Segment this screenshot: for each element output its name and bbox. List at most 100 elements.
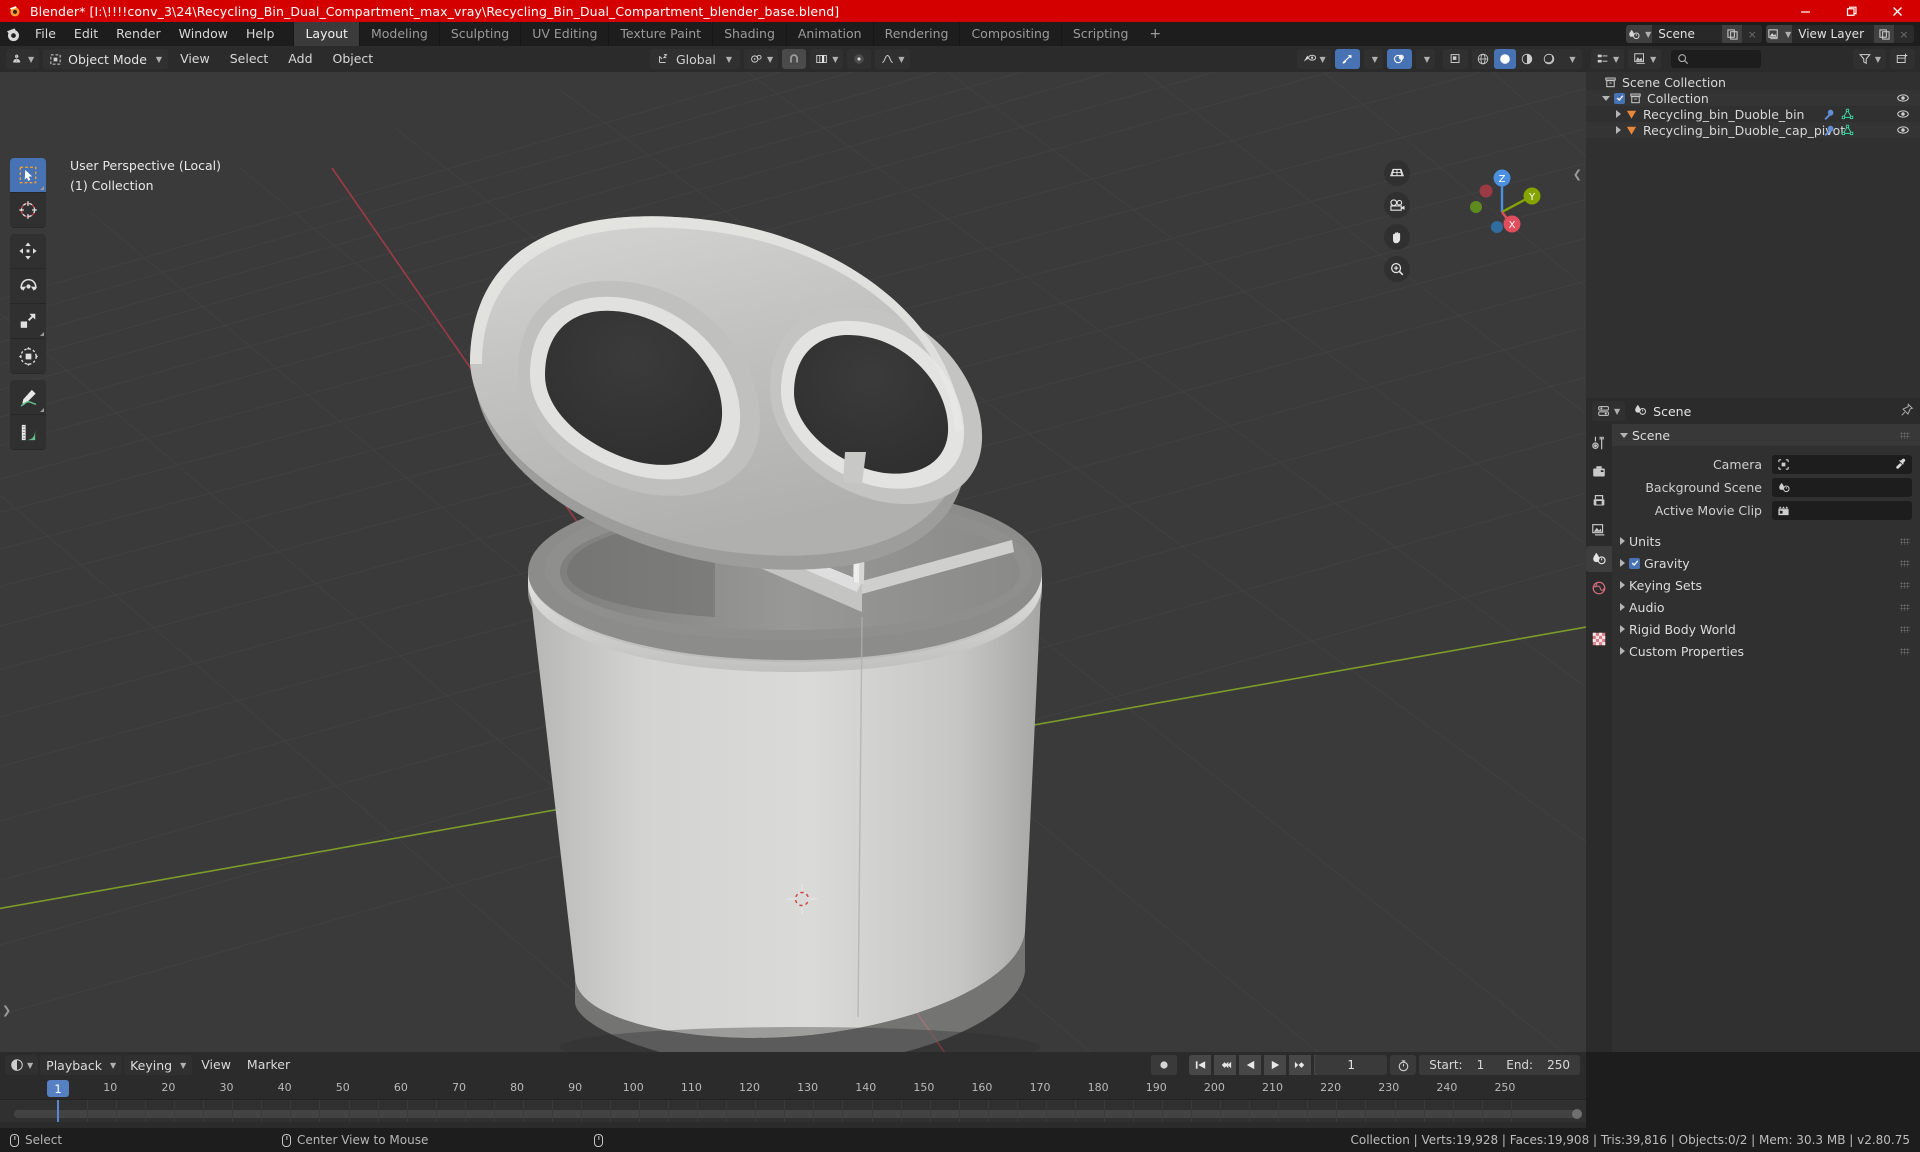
new-scene-button[interactable] [1722,25,1743,43]
transform-tool[interactable] [10,339,46,374]
viewlayer-name[interactable]: View Layer [1792,25,1874,43]
transform-orientation-selector[interactable]: Global ▼ [650,49,741,69]
measure-tool[interactable] [10,415,46,450]
properties-editor-type-selector[interactable]: ▼ [1592,401,1626,421]
workspace-tab-compositing[interactable]: Compositing [959,22,1060,46]
properties-tab-scene[interactable] [1586,546,1612,572]
viewport-menu-select[interactable]: Select [222,49,277,69]
shading-wireframe-button[interactable] [1472,49,1494,69]
annotate-tool[interactable] [10,380,46,415]
gravity-checkbox[interactable] [1629,557,1640,569]
camera-eyedropper-icon[interactable] [1894,457,1907,473]
timeline-editor-type-selector[interactable]: ▼ [5,1055,39,1075]
background-scene-field[interactable] [1772,477,1912,497]
workspace-tab-animation[interactable]: Animation [785,22,873,46]
properties-tab-texture[interactable] [1586,626,1612,652]
panel-header-custom-properties[interactable]: Custom Properties [1612,640,1920,662]
maximize-button[interactable] [1828,0,1874,22]
outliner-search-input[interactable] [1671,50,1762,68]
rotate-tool[interactable] [10,269,46,304]
workspace-tab-uv-editing[interactable]: UV Editing [520,22,608,46]
timeline-menu-keying[interactable]: Keying ▼ [124,1055,193,1075]
outliner-editor-type-selector[interactable]: ▼ [1591,49,1625,69]
timeline-track-area[interactable] [0,1100,1586,1122]
workspace-tab-texture-paint[interactable]: Texture Paint [608,22,712,46]
properties-tab-world[interactable] [1586,575,1612,601]
menu-render[interactable]: Render [107,22,170,46]
close-button[interactable] [1874,0,1920,22]
overlays-toggle[interactable] [1386,49,1412,69]
add-workspace-button[interactable]: + [1139,22,1171,46]
timeline-playhead-label[interactable]: 1 [47,1080,69,1097]
outliner-new-collection-icon[interactable] [1890,49,1915,69]
editor-type-selector[interactable]: ▼ [6,49,40,69]
pin-icon[interactable] [1900,402,1914,420]
menu-window[interactable]: Window [170,22,237,46]
panel-header-keying-sets[interactable]: Keying Sets [1612,574,1920,596]
proportional-editing-toggle[interactable] [847,49,872,69]
properties-tab-tool[interactable] [1586,430,1612,456]
timeline-menu-playback[interactable]: Playback ▼ [40,1055,123,1075]
timeline-menu-view[interactable]: View [194,1055,238,1075]
scene-datablock[interactable]: ▼ Scene × [1626,25,1763,43]
timeline-horizontal-scrollbar[interactable] [14,1109,1582,1119]
remove-viewlayer-button[interactable]: × [1894,25,1914,43]
chevron-right-icon[interactable] [1616,126,1621,134]
unlink-scene-button[interactable]: × [1742,25,1763,43]
panel-header-audio[interactable]: Audio [1612,596,1920,618]
move-tool[interactable] [10,234,46,269]
scene-name[interactable]: Scene [1652,25,1722,43]
gizmo-options-dropdown[interactable]: ▼ [1363,49,1383,69]
menu-file[interactable]: File [26,22,65,46]
outliner-row-collection[interactable]: Collection [1586,90,1920,106]
3d-viewport[interactable]: User Perspective (Local) (1) Collection [0,72,1586,1052]
use-preview-range-icon[interactable] [1390,1055,1417,1075]
xray-toggle[interactable] [1443,49,1468,69]
snap-target-selector[interactable]: ▼ [810,49,844,69]
tweak-select-box-tool[interactable] [10,158,46,193]
viewport-menu-view[interactable]: View [172,49,218,69]
collection-checkbox[interactable] [1614,92,1625,104]
viewport-menu-object[interactable]: Object [325,49,382,69]
minimize-button[interactable] [1782,0,1828,22]
menu-edit[interactable]: Edit [65,22,107,46]
panel-header-scene[interactable]: Scene [1612,424,1920,446]
frame-range-fields[interactable]: Start: 1 End: 250 [1419,1055,1580,1075]
shading-material-preview-button[interactable] [1516,49,1538,69]
camera-field[interactable] [1772,454,1912,474]
timeline-expand-icon[interactable]: ❯ [2,1004,11,1017]
start-frame-value[interactable]: 1 [1477,1058,1485,1072]
end-frame-value[interactable]: 250 [1547,1058,1570,1072]
camera-view-icon[interactable] [1384,192,1410,218]
timeline-playhead[interactable] [57,1100,59,1122]
timeline-menu-marker[interactable]: Marker [240,1055,297,1075]
zoom-view-icon[interactable] [1384,256,1410,282]
workspace-tab-shading[interactable]: Shading [712,22,786,46]
overlays-options-dropdown[interactable]: ▼ [1415,49,1435,69]
panel-header-units[interactable]: Units [1612,530,1920,552]
cursor-tool[interactable] [10,193,46,228]
mesh-data-icon[interactable] [1841,124,1854,140]
proportional-falloff-selector[interactable]: ▼ [875,49,910,69]
view-axis-gizmo[interactable]: Z Y X [1456,158,1546,248]
auto-keying-icon[interactable] [1151,1055,1177,1075]
object-mode-selector[interactable]: Object Mode ▼ [43,49,169,69]
toggle-camera-perspective-icon[interactable] [1384,160,1410,186]
new-viewlayer-button[interactable] [1874,25,1894,43]
shading-options-dropdown[interactable]: ▼ [1560,49,1582,69]
move-view-icon[interactable] [1384,224,1410,250]
outliner-row-cap-pivot[interactable]: Recycling_bin_Duoble_cap_pivot [1586,122,1920,138]
menu-help[interactable]: Help [237,22,284,46]
jump-to-next-keyframe-button[interactable] [1289,1055,1311,1075]
play-button[interactable] [1264,1055,1286,1075]
timeline-ruler[interactable]: 10 20 30 40 50 60 70 80 90 100 110 120 130 140 150 160 1… [0,1078,1586,1100]
viewport-menu-add[interactable]: Add [280,49,320,69]
scale-tool[interactable] [10,304,46,339]
shading-rendered-button[interactable] [1538,49,1560,69]
gizmo-toggle[interactable] [1334,49,1360,69]
modifier-wrench-icon[interactable] [1822,124,1835,140]
jump-to-start-button[interactable] [1189,1055,1211,1075]
viewport-sidebar-collapse-icon[interactable]: ❮ [1573,168,1582,181]
workspace-tab-layout[interactable]: Layout [293,22,359,46]
scrollbar-knob[interactable] [1572,1109,1582,1119]
